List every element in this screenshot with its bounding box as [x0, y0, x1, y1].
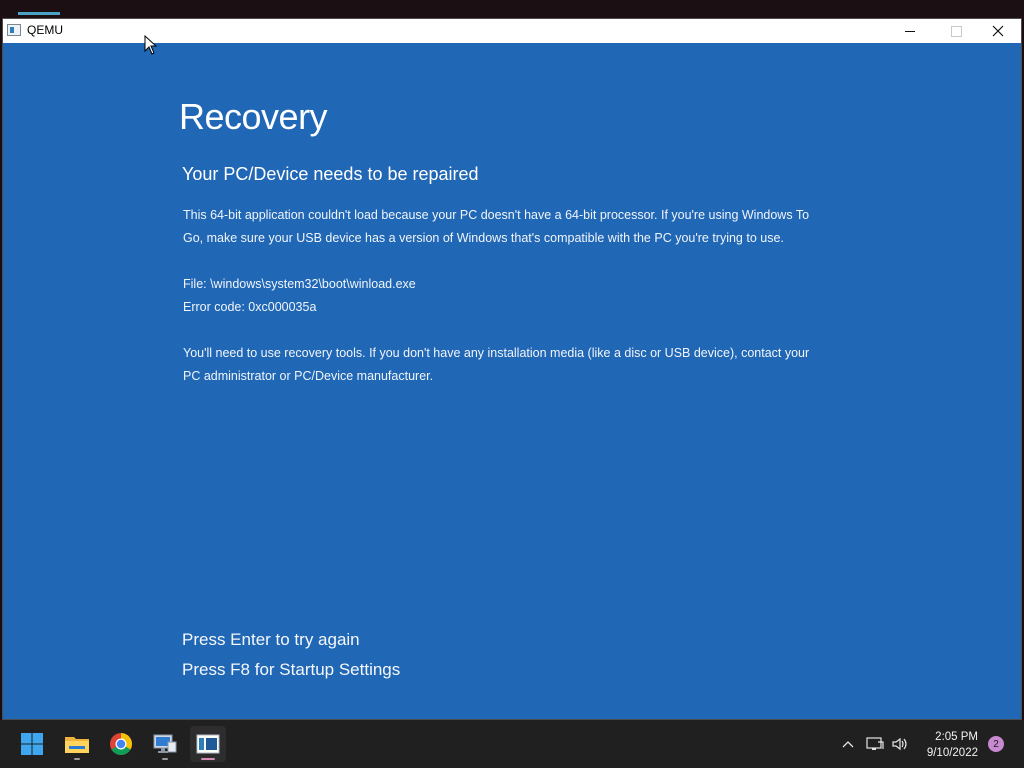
taskbar-qemu[interactable] — [190, 726, 226, 762]
show-hidden-icons-button[interactable] — [838, 720, 858, 768]
qemu-icon — [196, 734, 220, 754]
desktop-accent-bar — [18, 12, 60, 15]
clock-date: 9/10/2022 — [926, 747, 978, 759]
windows-start-icon — [21, 733, 43, 755]
qemu-app-icon — [7, 24, 21, 36]
maximize-button[interactable] — [933, 19, 979, 43]
desktop-top-strip — [0, 0, 1024, 18]
press-enter-hint: Press Enter to try again — [182, 630, 360, 649]
chrome-icon — [110, 733, 132, 755]
press-f8-hint: Press F8 for Startup Settings — [182, 660, 401, 679]
file-path-line: File: \windows\system32\boot\winload.exe — [183, 277, 416, 291]
taskbar-chrome[interactable] — [103, 726, 139, 762]
recovery-title: Recovery — [179, 96, 328, 137]
network-button[interactable] — [864, 720, 886, 768]
window-title: QEMU — [27, 23, 63, 37]
close-button[interactable] — [975, 19, 1021, 43]
recovery-tools-note: You'll need to use recovery tools. If yo… — [183, 346, 810, 383]
notification-badge[interactable]: 2 — [988, 736, 1004, 752]
taskbar: 2:05 PM 9/10/2022 2 — [0, 720, 1024, 768]
running-indicator — [74, 758, 80, 760]
qemu-window: QEMU Recovery Your PC/Device needs to be… — [2, 18, 1022, 720]
volume-button[interactable] — [889, 720, 911, 768]
remote-desktop-icon — [153, 734, 177, 753]
recovery-subtitle: Your PC/Device needs to be repaired — [182, 164, 479, 184]
minimize-icon — [905, 30, 915, 32]
running-indicator — [162, 758, 168, 760]
file-explorer-icon — [65, 737, 89, 753]
error-details: File: \windows\system32\boot\winload.exe… — [183, 273, 823, 319]
taskbar-file-explorer[interactable] — [59, 726, 95, 762]
start-button[interactable] — [14, 726, 50, 762]
clock-time: 2:05 PM — [935, 731, 978, 743]
recovery-screen: Recovery Your PC/Device needs to be repa… — [3, 43, 1021, 719]
chevron-up-icon — [842, 741, 854, 748]
mouse-cursor-icon — [144, 35, 158, 55]
maximize-icon — [950, 25, 962, 37]
network-icon — [866, 737, 884, 750]
error-code-line: Error code: 0xc000035a — [183, 300, 317, 314]
taskbar-clock[interactable]: 2:05 PM 9/10/2022 — [927, 729, 978, 761]
minimize-button[interactable] — [887, 19, 933, 43]
close-icon — [992, 25, 1004, 37]
taskbar-remote-desktop[interactable] — [147, 726, 183, 762]
volume-icon — [892, 737, 907, 751]
active-indicator — [201, 758, 215, 760]
error-description: This 64-bit application couldn't load be… — [183, 208, 810, 245]
